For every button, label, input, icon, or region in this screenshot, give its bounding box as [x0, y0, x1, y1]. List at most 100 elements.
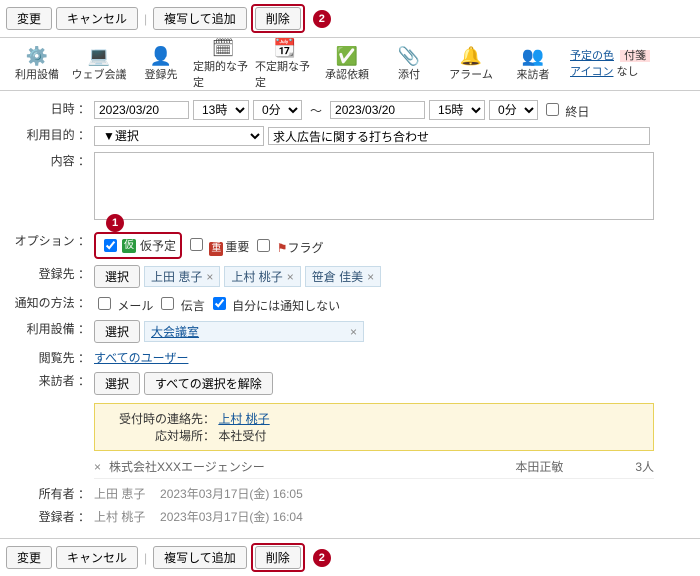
visitor-company: 株式会社XXXエージェンシー	[109, 458, 515, 475]
assignee-tag: 上田 恵子×	[144, 266, 220, 287]
facility-select-button[interactable]: 選択	[94, 320, 140, 343]
important-label[interactable]: 重重要	[186, 235, 249, 256]
important-checkbox[interactable]	[190, 238, 203, 251]
registrar-name: 上村 桃子	[94, 508, 145, 525]
remove-icon[interactable]: ×	[287, 270, 294, 284]
label-datetime: 日時	[10, 100, 94, 117]
notify-mail[interactable]: メール	[94, 294, 153, 314]
assignee-tag: 笹倉 佳美×	[305, 266, 381, 287]
facility-tag: 大会議室 ×	[144, 321, 364, 342]
title-input[interactable]	[268, 127, 650, 145]
owner-ts: 2023年03月17日(金) 16:05	[160, 485, 303, 502]
delete-emphasis: 削除	[251, 543, 305, 572]
registrar-ts: 2023年03月17日(金) 16:04	[160, 508, 303, 525]
owner-name: 上田 恵子	[94, 485, 145, 502]
toolbar-登録先[interactable]: 👤登録先	[130, 42, 192, 86]
copy-add-button[interactable]: 複写して追加	[153, 546, 247, 569]
viewers-all-link[interactable]: すべてのユーザー	[94, 349, 188, 366]
remove-icon[interactable]: ×	[367, 270, 374, 284]
change-button[interactable]: 変更	[6, 7, 52, 30]
contact-label: 受付時の連絡先：	[105, 410, 215, 427]
date-start-input[interactable]	[94, 101, 189, 119]
toolbar-icon: 👥	[523, 46, 543, 66]
delete-button[interactable]: 削除	[255, 7, 301, 30]
label-viewers: 閲覧先	[10, 349, 94, 366]
toolbar-利用設備[interactable]: ⚙️利用設備	[6, 42, 68, 86]
sticky-chip[interactable]: 付箋	[620, 50, 650, 62]
toolbar-icon: ⚙️	[27, 46, 47, 66]
toolbar-icon: ✅	[337, 46, 357, 66]
allday-checkbox[interactable]	[546, 103, 559, 116]
date-end-input[interactable]	[330, 101, 425, 119]
toolbar-icon: 📆	[275, 38, 295, 58]
toolbar-icon: 🔔	[461, 46, 481, 66]
toolbar-icon: 💻	[89, 46, 109, 66]
toolbar-来訪者[interactable]: 👥来訪者	[502, 42, 564, 86]
toolbar-不定期な予定[interactable]: 📆不定期な予定	[254, 42, 316, 86]
delete-emphasis: 削除	[251, 4, 305, 33]
notify-selfskip[interactable]: 自分には通知しない	[209, 294, 340, 314]
cancel-button[interactable]: キャンセル	[56, 546, 138, 569]
place-value: 本社受付	[218, 427, 266, 444]
visitor-name: 本田正敏	[515, 458, 635, 475]
assignee-tag: 上村 桃子×	[224, 266, 300, 287]
toolbar-承認依頼[interactable]: ✅承認依頼	[316, 42, 378, 86]
toolbar: ⚙️利用設備💻ウェブ会議👤登録先🗓定期的な予定📆不定期な予定✅承認依頼📎添付🔔ア…	[0, 38, 700, 91]
toolbar-定期的な予定[interactable]: 🗓定期的な予定	[192, 42, 254, 86]
remove-icon[interactable]: ×	[206, 270, 213, 284]
tentative-checkbox[interactable]	[104, 239, 117, 252]
flag-label[interactable]: ⚑フラグ	[253, 236, 323, 256]
visitor-row: × 株式会社XXXエージェンシー 本田正敏 3人	[94, 455, 654, 479]
facility-link[interactable]: 大会議室	[151, 323, 199, 340]
min-end-select[interactable]: 0分	[489, 100, 538, 120]
icon-link[interactable]: アイコン	[570, 66, 613, 78]
tentative-emphasis: 1 仮 仮予定	[94, 232, 182, 259]
hour-end-select[interactable]: 15時	[429, 100, 485, 120]
toolbar-icon: 🗓	[213, 38, 233, 58]
top-action-bar: 変更 キャンセル | 複写して追加 削除 2	[0, 0, 700, 38]
place-label: 応対場所：	[105, 427, 215, 444]
schedule-color-link[interactable]: 予定の色	[570, 50, 614, 62]
assignees-select-button[interactable]: 選択	[94, 265, 140, 288]
visitor-count: 3人	[635, 458, 654, 475]
change-button[interactable]: 変更	[6, 546, 52, 569]
callout-2-icon: 2	[313, 549, 331, 567]
toolbar-添付[interactable]: 📎添付	[378, 42, 440, 86]
cancel-button[interactable]: キャンセル	[56, 7, 138, 30]
label-assignees: 登録先	[10, 265, 94, 282]
remove-icon[interactable]: ×	[94, 460, 101, 474]
tentative-label: 仮予定	[140, 237, 176, 254]
label-purpose: 利用目的	[10, 126, 94, 143]
content-textarea[interactable]	[94, 152, 654, 220]
callout-2-icon: 2	[313, 10, 331, 28]
form-area: 日時 13時 0分 〜 15時 0分 終日 利用目的 ▼選択 内容 オプション …	[0, 91, 700, 538]
sidelinks: 予定の色 付箋 アイコン なし	[570, 48, 650, 80]
delete-button[interactable]: 削除	[255, 546, 301, 569]
bottom-action-bar: 変更 キャンセル | 複写して追加 削除 2	[0, 538, 700, 576]
icon-none: なし	[617, 66, 639, 78]
toolbar-ウェブ会議[interactable]: 💻ウェブ会議	[68, 42, 130, 86]
visitors-select-button[interactable]: 選択	[94, 372, 140, 395]
notify-message[interactable]: 伝言	[157, 294, 204, 314]
toolbar-icon: 👤	[151, 46, 171, 66]
separator: |	[142, 12, 149, 26]
remove-icon[interactable]: ×	[350, 325, 357, 339]
visitors-clear-button[interactable]: すべての選択を解除	[144, 372, 273, 395]
label-content: 内容	[10, 152, 94, 169]
tilde: 〜	[310, 102, 322, 119]
copy-add-button[interactable]: 複写して追加	[153, 7, 247, 30]
min-start-select[interactable]: 0分	[253, 100, 302, 120]
label-visitors: 来訪者	[10, 372, 94, 389]
label-options: オプション	[10, 232, 94, 249]
tentative-badge-icon: 仮	[122, 239, 136, 253]
label-facility: 利用設備	[10, 320, 94, 337]
hour-start-select[interactable]: 13時	[193, 100, 249, 120]
allday-label[interactable]: 終日	[542, 100, 589, 120]
contact-link[interactable]: 上村 桃子	[218, 410, 269, 427]
flag-checkbox[interactable]	[257, 239, 270, 252]
visitor-info-box: 受付時の連絡先： 上村 桃子 応対場所： 本社受付	[94, 403, 654, 451]
purpose-select[interactable]: ▼選択	[94, 126, 264, 146]
important-badge-icon: 重	[209, 242, 223, 256]
toolbar-アラーム[interactable]: 🔔アラーム	[440, 42, 502, 86]
label-notify: 通知の方法	[10, 294, 94, 311]
